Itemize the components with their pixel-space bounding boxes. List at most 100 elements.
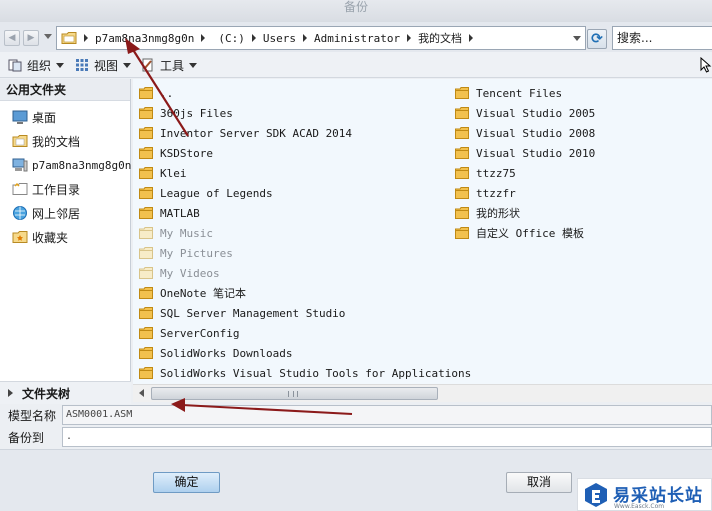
file-name: MATLAB <box>160 206 200 220</box>
sidebar-item-working-directory[interactable]: 工作目录 <box>0 177 130 201</box>
file-item[interactable]: SolidWorks Downloads <box>139 343 471 363</box>
back-button[interactable]: ◀ <box>4 30 20 46</box>
sidebar-item-network[interactable]: 网上邻居 <box>0 201 130 225</box>
organize-menu[interactable]: 组织 <box>8 56 65 74</box>
forward-button[interactable]: ▶ <box>23 30 39 46</box>
window-title: 备份 <box>343 0 368 14</box>
sidebar-item-favorites[interactable]: 收藏夹 <box>0 225 130 249</box>
refresh-button[interactable]: ⟳ <box>587 29 607 49</box>
file-item[interactable]: ttzzfr <box>455 183 595 203</box>
breadcrumb-drive[interactable]: (C:) <box>214 32 249 45</box>
file-item[interactable]: Visual Studio 2010 <box>455 143 595 163</box>
breadcrumb-separator[interactable] <box>251 34 256 42</box>
file-item[interactable]: .. <box>139 83 471 103</box>
file-item[interactable]: My Videos <box>139 263 471 283</box>
watermark-subtext: Www.Easck.Com <box>614 503 665 510</box>
breadcrumb-separator[interactable] <box>407 34 412 42</box>
sidebar-item-desktop[interactable]: 桌面 <box>0 105 130 129</box>
ok-button[interactable]: 确定 <box>153 472 220 493</box>
organize-icon <box>8 59 22 72</box>
file-item[interactable]: MATLAB <box>139 203 471 223</box>
file-name: 360js Files <box>160 106 233 120</box>
address-bar[interactable]: p7am8na3nmg8g0n (C:) Users Administrator… <box>56 26 586 50</box>
scrollbar-thumb[interactable] <box>151 387 438 400</box>
breadcrumb-computer[interactable]: p7am8na3nmg8g0n <box>91 32 198 45</box>
folder-icon <box>139 227 153 239</box>
file-item[interactable]: Tencent Files <box>455 83 595 103</box>
file-item[interactable]: Inventor Server SDK ACAD 2014 <box>139 123 471 143</box>
file-item[interactable]: OneNote 笔记本 <box>139 283 471 303</box>
history-dropdown-icon[interactable] <box>44 34 52 39</box>
breadcrumb-separator[interactable] <box>469 34 474 42</box>
tools-icon <box>142 58 153 72</box>
folder-icon <box>139 307 153 319</box>
file-name: OneNote 笔记本 <box>160 287 246 300</box>
breadcrumb-my-documents[interactable]: 我的文档 <box>414 30 466 46</box>
organize-label: 组织 <box>27 58 52 73</box>
file-item[interactable]: ServerConfig <box>139 323 471 343</box>
sidebar-item-label: 桌面 <box>32 110 57 125</box>
breadcrumb-separator[interactable] <box>302 34 307 42</box>
breadcrumb-separator[interactable] <box>84 34 88 42</box>
folder-icon <box>139 87 153 99</box>
watermark: 易采站长站 Www.Easck.Com <box>577 478 712 511</box>
sidebar-item-label: 网上邻居 <box>32 206 81 221</box>
folder-icon <box>139 347 153 359</box>
chevron-down-icon <box>56 62 65 68</box>
scroll-left-icon[interactable] <box>139 389 144 397</box>
file-item[interactable]: Klei <box>139 163 471 183</box>
view-icon <box>76 59 88 71</box>
backup-to-field[interactable]: . <box>62 427 712 447</box>
computer-icon <box>12 158 28 172</box>
view-menu[interactable]: 视图 <box>75 56 132 74</box>
breadcrumb: p7am8na3nmg8g0n (C:) Users Administrator… <box>81 27 476 49</box>
file-item[interactable]: My Pictures <box>139 243 471 263</box>
file-name: SQL Server Management Studio <box>160 306 346 320</box>
file-item[interactable]: ttzz75 <box>455 163 595 183</box>
mouse-cursor-icon <box>700 57 712 73</box>
file-column-2: Tencent Files Visual Studio 2005 Visual St… <box>455 83 595 243</box>
file-item[interactable]: My Music <box>139 223 471 243</box>
address-row: ◀ ▶ p7am8na3nmg8g0n (C:) Users Administr… <box>0 22 712 52</box>
model-name-row: 模型名称 ASM0001.ASM <box>0 404 712 426</box>
file-item[interactable]: SolidWorks Visual Studio Tools for Appli… <box>139 363 471 383</box>
search-input[interactable]: 搜索... <box>612 26 712 50</box>
tools-menu[interactable]: 工具 <box>141 56 198 74</box>
file-item[interactable]: League of Legends <box>139 183 471 203</box>
folder-icon <box>61 32 77 44</box>
folder-icon <box>139 127 153 139</box>
file-name: ttzz75 <box>476 166 516 180</box>
file-item[interactable]: 360js Files <box>139 103 471 123</box>
desktop-icon <box>12 110 28 124</box>
file-list: .. 360js Files Inventor Server SDK ACAD 20… <box>133 79 712 384</box>
file-name: Klei <box>160 166 187 180</box>
file-item[interactable]: 我的形状 <box>455 203 595 223</box>
breadcrumb-users[interactable]: Users <box>259 32 300 45</box>
watermark-logo-icon <box>585 483 607 507</box>
sidebar-item-my-documents[interactable]: 我的文档 <box>0 129 130 153</box>
sidebar-item-label: 我的文档 <box>32 134 81 149</box>
file-name: ttzzfr <box>476 186 516 200</box>
cancel-button[interactable]: 取消 <box>506 472 572 493</box>
folder-icon <box>139 367 153 379</box>
file-name: Visual Studio 2008 <box>476 126 596 140</box>
file-item[interactable]: Visual Studio 2005 <box>455 103 595 123</box>
folder-tree-toggle[interactable]: 文件夹树 <box>0 381 131 404</box>
file-item[interactable]: KSDStore <box>139 143 471 163</box>
documents-icon <box>12 135 28 147</box>
file-name: Tencent Files <box>476 86 563 100</box>
file-name: My Videos <box>160 266 220 280</box>
file-item[interactable]: 自定义 Office 模板 <box>455 223 595 243</box>
folder-icon <box>139 287 153 299</box>
horizontal-scrollbar[interactable] <box>133 384 712 402</box>
file-item[interactable]: Visual Studio 2008 <box>455 123 595 143</box>
breadcrumb-separator[interactable] <box>201 34 206 42</box>
network-icon <box>13 206 27 220</box>
sidebar-item-computer[interactable]: p7am8na3nmg8g0n <box>0 153 131 177</box>
file-name: Visual Studio 2010 <box>476 146 596 160</box>
sidebar-header: 公用文件夹 <box>0 79 130 101</box>
file-item[interactable]: SQL Server Management Studio <box>139 303 471 323</box>
folder-icon <box>455 147 469 159</box>
breadcrumb-administrator[interactable]: Administrator <box>310 32 404 45</box>
address-dropdown-icon[interactable] <box>573 36 581 41</box>
